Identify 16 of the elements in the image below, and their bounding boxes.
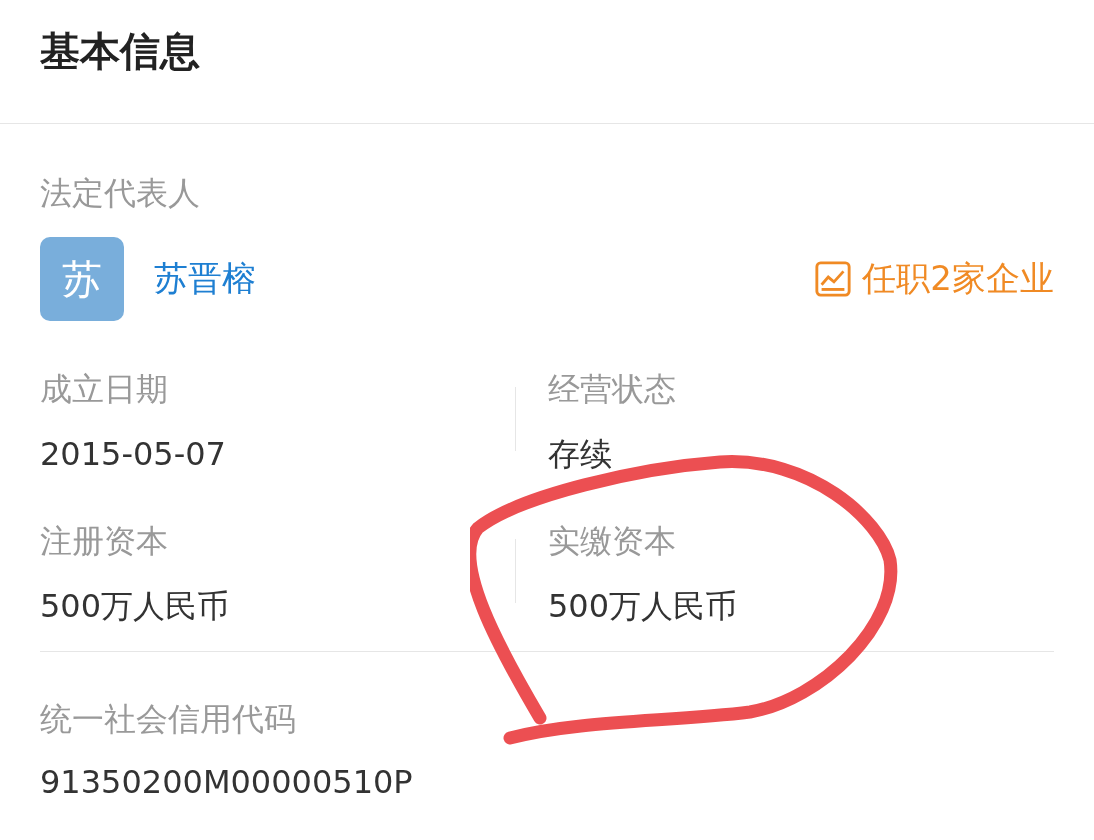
avatar: 苏 [40, 237, 124, 321]
field-label: 实缴资本 [548, 521, 677, 561]
field-value: 2015-05-07 [40, 434, 227, 474]
field-value: 存续 [548, 434, 613, 474]
field-label: 统一社会信用代码 [40, 699, 297, 739]
section-title: 基本信息 [40, 27, 200, 76]
field-label: 成立日期 [40, 369, 169, 409]
field-value: 500万人民币 [548, 586, 739, 626]
field-value: 500万人民币 [40, 586, 231, 626]
person-link[interactable]: 苏晋榕 [154, 256, 256, 302]
field-label: 注册资本 [40, 521, 169, 561]
positions-link[interactable]: 任职2家企业 [814, 256, 1054, 302]
field-label: 经营状态 [548, 369, 677, 409]
trend-chart-icon [814, 260, 853, 298]
field-label: 法定代表人 [40, 173, 201, 213]
field-value: 91350200M00000510P [40, 762, 414, 802]
